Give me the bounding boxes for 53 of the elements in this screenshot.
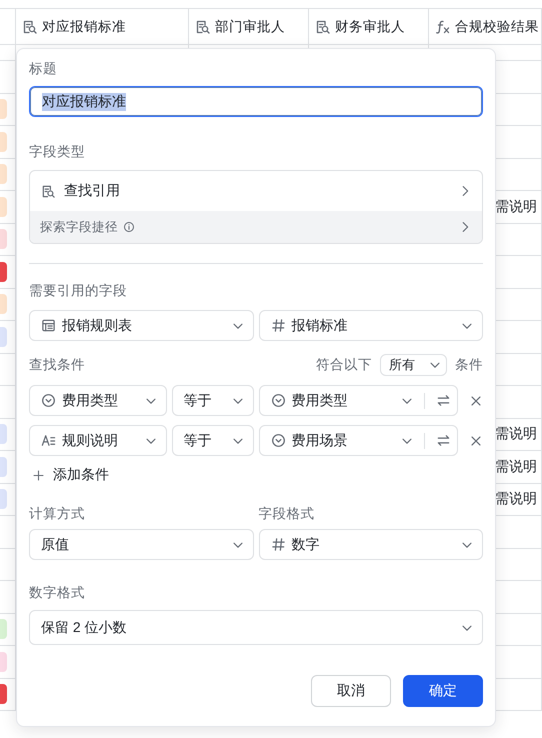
section-label: 查找条件 (29, 356, 86, 374)
function-icon (435, 18, 451, 34)
operator-select[interactable]: 等于 (172, 385, 254, 416)
column-header: 对应报销标准 (42, 18, 126, 36)
info-icon (123, 221, 135, 233)
search-document-icon (315, 18, 331, 34)
table-cell: 需说明 (495, 490, 537, 508)
close-icon[interactable] (468, 434, 483, 448)
swap-icon[interactable] (436, 433, 452, 448)
circle-chevron-icon (270, 393, 286, 408)
condition-value-select[interactable]: 费用类型 (258, 385, 458, 416)
shortcut-row[interactable]: 探索字段捷径 (30, 211, 482, 243)
table-cell: 需说明 (495, 425, 537, 444)
section-label: 需要引用的字段 (29, 282, 128, 300)
column-header: 财务审批人 (335, 18, 405, 36)
match-prefix: 符合以下 (316, 356, 372, 374)
hash-icon (270, 318, 286, 333)
table-cell: 需说明 (495, 458, 537, 476)
match-select[interactable]: 所有 (380, 354, 447, 376)
cancel-button[interactable]: 取消 (311, 675, 391, 707)
condition-field-select[interactable]: 费用类型 (29, 385, 167, 416)
format-select[interactable]: 数字 (258, 529, 483, 560)
condition-field-select[interactable]: 规则说明 (29, 425, 167, 456)
table-cell: 需说明 (495, 198, 537, 216)
section-label: 字段类型 (29, 143, 86, 161)
title-input[interactable]: 对应报销标准 (29, 86, 483, 117)
add-condition-button[interactable]: 添加条件 (29, 466, 109, 484)
confirm-button[interactable]: 确定 (403, 675, 483, 707)
close-icon[interactable] (468, 394, 483, 408)
section-label: 字段格式 (258, 505, 316, 523)
number-format-select[interactable]: 保留 2 位小数 (29, 610, 483, 645)
search-document-icon (41, 184, 56, 198)
circle-chevron-icon (41, 393, 56, 408)
section-label: 标题 (29, 60, 58, 78)
field-type-option[interactable]: 查找引用 (30, 171, 482, 211)
column-header: 合规校验结果 (455, 18, 539, 36)
calculation-select[interactable]: 原值 (29, 529, 254, 560)
column-header: 部门审批人 (215, 18, 285, 36)
operator-select[interactable]: 等于 (172, 425, 254, 456)
text-lines-icon (41, 433, 56, 448)
search-document-icon (22, 18, 38, 34)
section-label: 数字格式 (29, 584, 86, 602)
circle-chevron-icon (270, 433, 286, 448)
table-select[interactable]: 报销规则表 (29, 310, 254, 341)
swap-icon[interactable] (436, 393, 452, 408)
plus-icon (32, 468, 45, 482)
hash-icon (270, 537, 286, 552)
search-document-icon (195, 18, 211, 34)
table-icon (41, 318, 56, 333)
match-suffix: 条件 (455, 356, 483, 374)
field-select[interactable]: 报销标准 (258, 310, 483, 341)
section-label: 计算方式 (29, 505, 86, 523)
condition-value-select[interactable]: 费用场景 (258, 425, 458, 456)
